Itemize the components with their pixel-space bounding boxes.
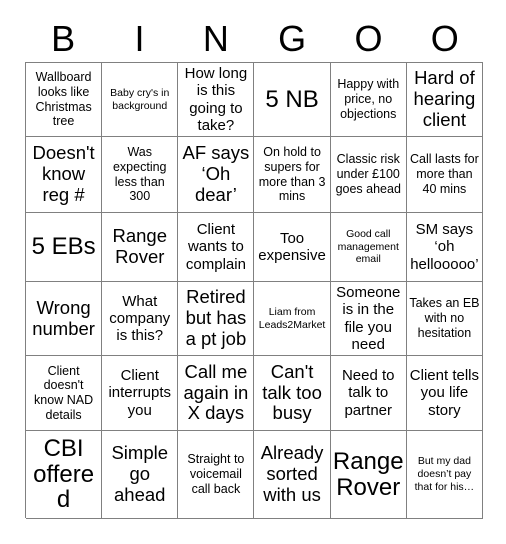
bingo-cell[interactable]: Call lasts for more than 40 mins <box>406 137 483 213</box>
bingo-cell-label: Was expecting less than 300 <box>112 145 167 204</box>
bingo-header-letter-n: N <box>202 18 229 59</box>
bingo-cell-label: Client interrupts you <box>108 367 171 419</box>
bingo-header-letter-b: B <box>51 18 76 59</box>
bingo-cell[interactable]: Range Rover <box>330 431 407 519</box>
bingo-header-letter-i: I <box>134 18 145 59</box>
bingo-cell-label: Simple go ahead <box>111 442 169 505</box>
bingo-cell-label: Wallboard looks like Christmas tree <box>35 70 92 129</box>
bingo-cell-label: Hard of hearing client <box>413 67 476 130</box>
bingo-cell-label: Already sorted with us <box>260 442 324 505</box>
bingo-cell[interactable]: Client doesn't know NAD details <box>26 356 103 431</box>
bingo-cell[interactable]: Takes an EB with no hesitation <box>406 282 483 356</box>
bingo-cell-label: Baby cry's in background <box>110 86 170 112</box>
bingo-cell-label: Straight to voicemail call back <box>187 452 245 496</box>
bingo-cell[interactable]: Someone is in the file you need <box>330 282 407 356</box>
bingo-cell[interactable]: Call me again in X days <box>178 356 255 431</box>
bingo-cell[interactable]: Straight to voicemail call back <box>178 431 255 519</box>
bingo-header-letter-o1: O <box>354 18 383 59</box>
bingo-cell-label: Someone is in the file you need <box>336 284 401 353</box>
bingo-header-letter-o2: O <box>430 18 459 59</box>
bingo-cell-label: Happy with price, no objections <box>337 77 400 121</box>
bingo-cell[interactable]: Hard of hearing client <box>406 63 483 137</box>
bingo-cell-label: Doesn't know reg # <box>32 142 95 205</box>
bingo-cell-label: Wrong number <box>32 296 95 339</box>
bingo-cell-label: But my dad doesn’t pay that for his… <box>414 455 475 493</box>
bingo-cell-label: Client wants to complain <box>185 221 246 273</box>
bingo-cell-label: Can't talk too busy <box>262 360 322 424</box>
bingo-cell-label: On hold to supers for more than 3 mins <box>258 145 326 204</box>
bingo-cell-label: How long is this going to take? <box>184 65 248 134</box>
bingo-cell[interactable]: How long is this going to take? <box>178 63 255 137</box>
bingo-cell-label: What company is this? <box>109 292 171 345</box>
bingo-cell-label: Takes an EB with no hesitation <box>409 296 480 340</box>
bingo-cell[interactable]: 5 NB <box>254 63 331 137</box>
bingo-cell[interactable]: Client wants to complain <box>178 213 255 282</box>
bingo-cell[interactable]: Range Rover <box>102 213 179 282</box>
bingo-cell[interactable]: 5 EBs <box>26 213 103 282</box>
bingo-cell-label: CBI offered <box>33 434 95 514</box>
bingo-cell[interactable]: Can't talk too busy <box>254 356 331 431</box>
bingo-cell-label: Client tells you life story <box>409 367 479 419</box>
bingo-cell[interactable]: Need to talk to partner <box>330 356 407 431</box>
bingo-cell[interactable]: Happy with price, no objections <box>330 63 407 137</box>
bingo-cell-label: Call lasts for more than 40 mins <box>410 152 479 196</box>
bingo-cell-label: AF says ‘Oh dear’ <box>182 142 250 205</box>
bingo-cell[interactable]: Retired but has a pt job <box>178 282 255 356</box>
bingo-cell-label: 5 EBs <box>31 233 96 261</box>
bingo-cell[interactable]: Liam from Leads2Market <box>254 282 331 356</box>
bingo-cell[interactable]: Wallboard looks like Christmas tree <box>26 63 103 137</box>
bingo-cell[interactable]: On hold to supers for more than 3 mins <box>254 137 331 213</box>
bingo-cell[interactable]: SM says ‘oh hellooooo’ <box>406 213 483 282</box>
bingo-cell-label: Client doesn't know NAD details <box>34 363 94 422</box>
bingo-cell[interactable]: Classic risk under £100 goes ahead <box>330 137 407 213</box>
bingo-cell-label: Good call management email <box>337 227 399 266</box>
bingo-cell[interactable]: Too expensive <box>254 213 331 282</box>
bingo-cell[interactable]: But my dad doesn’t pay that for his… <box>406 431 483 519</box>
bingo-cell-label: Need to talk to partner <box>341 367 395 419</box>
bingo-cell-label: Too expensive <box>258 229 326 264</box>
bingo-cell[interactable]: Doesn't know reg # <box>26 137 103 213</box>
bingo-cell[interactable]: Client tells you life story <box>406 356 483 431</box>
bingo-cell[interactable]: Client interrupts you <box>102 356 179 431</box>
bingo-grid: Wallboard looks like Christmas tree Baby … <box>25 62 483 519</box>
bingo-cell-label: 5 NB <box>265 85 319 113</box>
bingo-cell[interactable]: Baby cry's in background <box>102 63 179 137</box>
bingo-cell[interactable]: Wrong number <box>26 282 103 356</box>
bingo-header-letter-g: G <box>278 18 307 59</box>
bingo-header-row: B I N G O O <box>25 16 483 62</box>
bingo-cell-label: Call me again in X days <box>183 360 249 424</box>
bingo-cell-label: SM says ‘oh hellooooo’ <box>410 221 479 273</box>
bingo-cell-label: Liam from Leads2Market <box>258 305 326 331</box>
bingo-card: B I N G O O Wallboard looks like Christm… <box>0 0 506 544</box>
bingo-cell[interactable]: AF says ‘Oh dear’ <box>178 137 255 213</box>
bingo-cell[interactable]: Good call management email <box>330 213 407 282</box>
bingo-cell-label: Classic risk under £100 goes ahead <box>335 152 401 196</box>
bingo-cell-label: Retired but has a pt job <box>185 286 247 349</box>
bingo-cell[interactable]: What company is this? <box>102 282 179 356</box>
bingo-cell-label: Range Rover <box>112 225 167 267</box>
bingo-cell[interactable]: Already sorted with us <box>254 431 331 519</box>
bingo-cell-label: Range Rover <box>332 447 404 501</box>
bingo-cell[interactable]: Simple go ahead <box>102 431 179 519</box>
bingo-cell[interactable]: Was expecting less than 300 <box>102 137 179 213</box>
bingo-cell[interactable]: CBI offered <box>26 431 103 519</box>
